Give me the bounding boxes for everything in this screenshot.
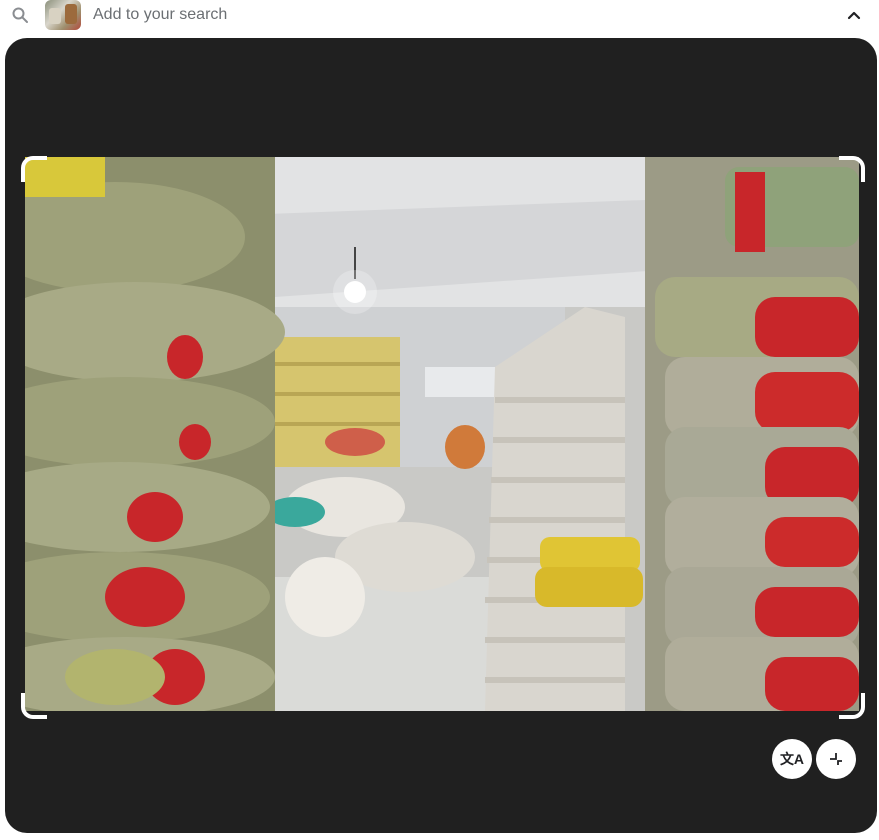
- crop-corner-bottom-right[interactable]: [839, 693, 865, 719]
- translate-button[interactable]: 文A: [772, 739, 812, 779]
- search-input[interactable]: Add to your search: [93, 6, 227, 24]
- search-icon[interactable]: [11, 6, 29, 24]
- exit-fullscreen-icon: [830, 753, 842, 765]
- chevron-up-icon[interactable]: [844, 6, 864, 24]
- crop-corner-bottom-left[interactable]: [21, 693, 47, 719]
- warehouse-sacks-photo[interactable]: [25, 157, 859, 711]
- image-viewer-panel: [5, 38, 877, 833]
- search-bar: Add to your search: [0, 0, 879, 34]
- exit-fullscreen-button[interactable]: [816, 739, 856, 779]
- image-thumbnail[interactable]: [45, 0, 81, 30]
- crop-corner-top-left[interactable]: [21, 156, 47, 182]
- translate-icon: 文A: [779, 751, 805, 767]
- crop-corner-top-right[interactable]: [839, 156, 865, 182]
